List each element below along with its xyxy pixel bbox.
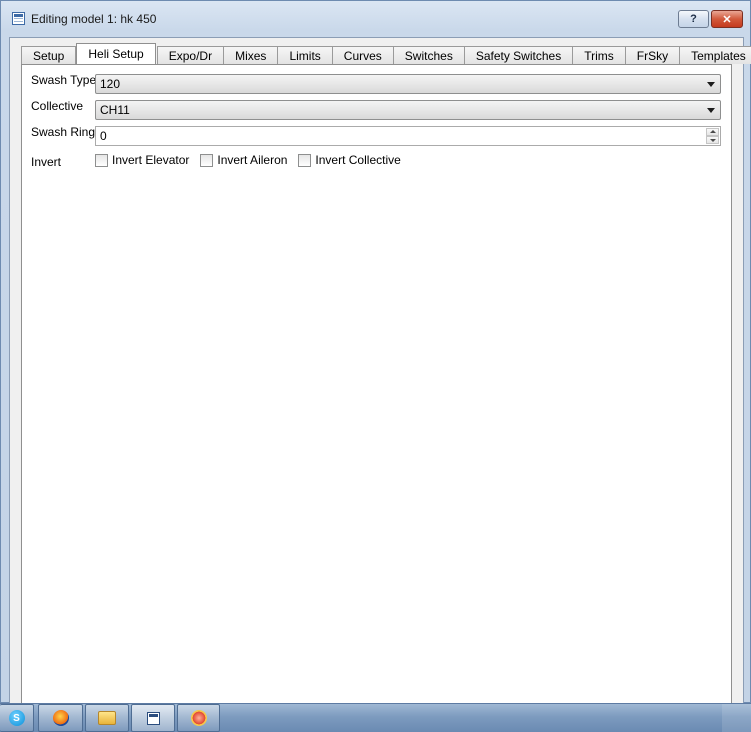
- dialog-client-area: Setup Heli Setup Expo/Dr Mixes Limits Cu…: [9, 37, 751, 705]
- taskbar-explorer[interactable]: [85, 704, 129, 732]
- swash-ring-value: 0: [100, 129, 107, 143]
- collective-value: CH11: [100, 103, 130, 117]
- taskbar-active-window[interactable]: [131, 704, 175, 732]
- taskbar-firefox[interactable]: [38, 704, 83, 732]
- swash-ring-spinbox[interactable]: 0: [95, 126, 721, 146]
- invert-row: Invert: [31, 155, 95, 169]
- tab-limits[interactable]: Limits: [277, 46, 333, 64]
- tab-heli-setup[interactable]: Heli Setup: [76, 43, 156, 64]
- taskbar-skype[interactable]: S: [0, 704, 34, 732]
- chevron-down-icon: [707, 82, 715, 87]
- tab-trims[interactable]: Trims: [572, 46, 626, 64]
- tab-bar: Setup Heli Setup Expo/Dr Mixes Limits Cu…: [21, 43, 751, 64]
- invert-elevator-checkbox[interactable]: Invert Elevator: [95, 153, 189, 167]
- tab-switches[interactable]: Switches: [392, 46, 465, 64]
- firefox-icon: [52, 710, 69, 726]
- app-icon: [190, 710, 207, 726]
- tab-setup[interactable]: Setup: [21, 46, 77, 64]
- swash-type-value: 120: [100, 77, 121, 91]
- tab-expo-dr[interactable]: Expo/Dr: [156, 46, 225, 64]
- editor-window: Editing model 1: hk 450 ? ✕ Setup Heli S…: [0, 0, 751, 705]
- tab-mixes[interactable]: Mixes: [223, 46, 279, 64]
- swash-ring-label: Swash Ring: [31, 125, 96, 139]
- checkbox-icon[interactable]: [200, 153, 214, 167]
- collective-row: Collective: [31, 99, 95, 113]
- close-button[interactable]: ✕: [711, 10, 743, 28]
- taskbar-app[interactable]: [177, 704, 220, 732]
- window-icon: [146, 711, 160, 725]
- title-bar[interactable]: Editing model 1: hk 450 ? ✕: [1, 1, 750, 37]
- invert-aileron-checkbox[interactable]: Invert Aileron: [200, 153, 287, 167]
- folder-icon: [98, 711, 116, 725]
- tab-curves[interactable]: Curves: [331, 46, 394, 64]
- invert-aileron-label: Invert Aileron: [217, 153, 288, 167]
- tab-safety-switches[interactable]: Safety Switches: [463, 46, 574, 64]
- checkbox-icon[interactable]: [298, 153, 312, 167]
- heli-setup-panel: Swash Type 120 Collective CH11 Swash Rin…: [21, 64, 732, 705]
- spin-down-icon[interactable]: [706, 136, 719, 144]
- spin-buttons: [706, 128, 719, 144]
- show-desktop-area[interactable]: [722, 704, 751, 732]
- taskbar: S: [0, 703, 751, 732]
- collective-label: Collective: [31, 99, 84, 113]
- swash-type-label: Swash Type: [31, 73, 97, 87]
- help-button[interactable]: ?: [678, 10, 709, 28]
- collective-select[interactable]: CH11: [95, 100, 721, 120]
- invert-collective-checkbox[interactable]: Invert Collective: [298, 153, 401, 167]
- tab-templates[interactable]: Templates: [679, 46, 751, 64]
- invert-elevator-label: Invert Elevator: [112, 153, 190, 167]
- swash-ring-row: Swash Ring: [31, 125, 95, 139]
- tab-frsky[interactable]: FrSky: [624, 46, 681, 64]
- window-app-icon: [12, 12, 25, 25]
- swash-type-select[interactable]: 120: [95, 74, 721, 94]
- skype-icon: S: [8, 710, 25, 726]
- window-title: Editing model 1: hk 450: [31, 12, 157, 26]
- invert-collective-label: Invert Collective: [315, 153, 401, 167]
- chevron-down-icon: [707, 108, 715, 113]
- spin-up-icon[interactable]: [706, 128, 719, 136]
- checkbox-icon[interactable]: [95, 153, 108, 167]
- invert-options: Invert Elevator Invert Aileron Invert Co…: [95, 153, 412, 167]
- swash-type-row: Swash Type: [31, 73, 97, 87]
- invert-label: Invert: [31, 155, 62, 169]
